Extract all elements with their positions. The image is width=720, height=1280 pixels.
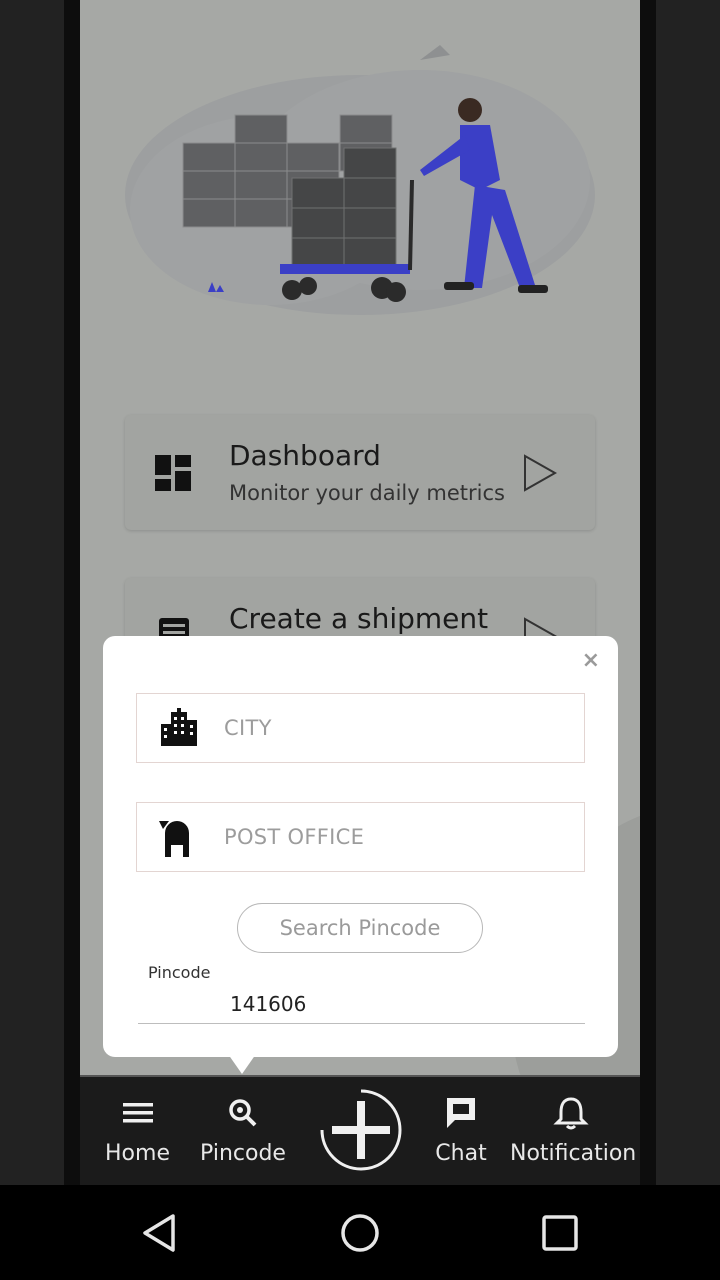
pincode-underline (138, 1023, 585, 1024)
delivery-illustration (125, 45, 595, 315)
nav-home[interactable]: Home (100, 1077, 175, 1185)
mailbox-icon (159, 821, 189, 857)
right-gutter (640, 0, 720, 1185)
nav-notification-label: Notification (510, 1141, 637, 1166)
nav-home-label: Home (105, 1141, 170, 1166)
add-icon[interactable] (318, 1087, 404, 1173)
create-shipment-title: Create a shipment (229, 602, 489, 635)
play-arrow-icon (524, 454, 558, 492)
system-navigation-bar (0, 1185, 720, 1280)
bell-icon (553, 1097, 589, 1130)
nav-pincode[interactable]: Pincode (198, 1077, 288, 1185)
post-office-input[interactable]: POST OFFICE (224, 825, 364, 849)
recents-square-icon[interactable] (539, 1212, 581, 1254)
dashboard-title: Dashboard (229, 439, 381, 472)
dashboard-card[interactable]: Dashboard Monitor your daily metrics (125, 415, 595, 530)
city-field[interactable]: CITY (136, 693, 585, 763)
search-icon (229, 1099, 257, 1127)
nav-chat[interactable]: Chat (425, 1077, 497, 1185)
post-office-field[interactable]: POST OFFICE (136, 802, 585, 872)
menu-icon (122, 1103, 153, 1123)
pincode-label: Pincode (148, 963, 211, 982)
dashboard-icon (155, 455, 191, 491)
bottom-navigation: Home Pincode Chat Notification (80, 1075, 640, 1185)
back-icon[interactable] (139, 1212, 181, 1254)
pincode-search-dialog: × CITY POST OFFICE Search Pincode Pincod… (103, 636, 618, 1057)
city-input[interactable]: CITY (224, 716, 272, 740)
city-buildings-icon (161, 708, 197, 746)
nav-chat-label: Chat (435, 1141, 487, 1166)
pincode-value[interactable]: 141606 (230, 992, 306, 1016)
left-gutter (0, 0, 80, 1185)
home-circle-icon[interactable] (339, 1212, 381, 1254)
nav-pincode-label: Pincode (200, 1141, 286, 1166)
popup-pointer (228, 1054, 256, 1074)
nav-notification[interactable]: Notification (510, 1077, 637, 1185)
dashboard-subtitle: Monitor your daily metrics (229, 481, 505, 505)
close-button[interactable]: × (582, 648, 600, 673)
chat-icon (447, 1098, 475, 1128)
search-pincode-button[interactable]: Search Pincode (237, 903, 483, 953)
